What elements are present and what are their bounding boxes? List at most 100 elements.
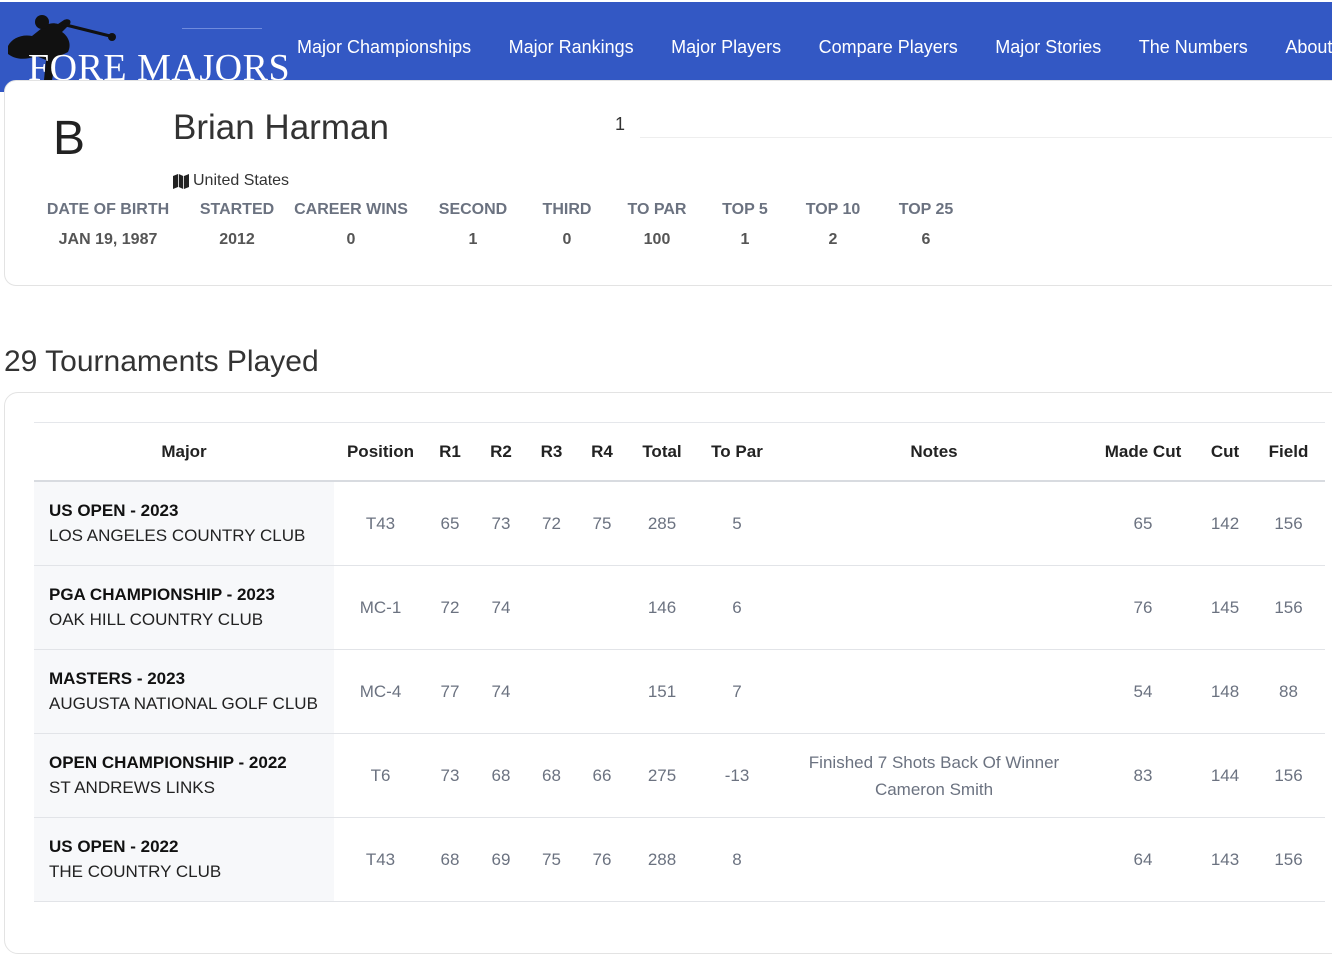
stat-value-third: 0: [562, 231, 572, 248]
position-cell: MC-4: [334, 649, 427, 734]
nav-compare-players[interactable]: Compare Players: [819, 37, 958, 58]
stat-label-started: STARTED: [199, 201, 275, 218]
field-cell: 156: [1252, 565, 1325, 650]
col-to-par[interactable]: To Par: [694, 422, 780, 482]
tournaments-played-title: 29 Tournaments Played: [4, 345, 319, 378]
stat-label-top-25: TOP 25: [898, 201, 954, 218]
field-cell: 156: [1252, 817, 1325, 902]
r2-cell: 74: [473, 565, 529, 650]
notes-cell: [780, 817, 1088, 902]
col-position[interactable]: Position: [334, 422, 427, 482]
total-cell: 146: [630, 565, 694, 650]
r1-cell: 77: [427, 649, 473, 734]
notes-cell: [780, 481, 1088, 566]
position-cell: T6: [334, 733, 427, 818]
col-notes[interactable]: Notes: [780, 422, 1088, 482]
r4-cell: 76: [574, 817, 630, 902]
field-cell: 88: [1252, 649, 1325, 734]
r4-cell: 66: [574, 733, 630, 818]
made-cut-cell: 83: [1088, 733, 1198, 818]
player-name: Brian Harman: [173, 108, 389, 147]
stat-label-career-wins: CAREER WINS: [294, 201, 408, 218]
player-country-label: United States: [193, 172, 290, 189]
stat-value-second: 1: [468, 231, 478, 248]
notes-cell: Finished 7 Shots Back Of Winner Cameron …: [780, 733, 1088, 818]
to-par-cell: 7: [694, 649, 780, 734]
major-name-link[interactable]: PGA CHAMPIONSHIP - 2023: [49, 585, 334, 605]
to-par-cell: 5: [694, 481, 780, 566]
name-divider: [640, 137, 1332, 138]
r3-cell: 72: [529, 481, 574, 566]
position-cell: T43: [334, 817, 427, 902]
r2-cell: 68: [473, 733, 529, 818]
stat-label-to-par: TO PAR: [627, 201, 687, 218]
major-name-link[interactable]: MASTERS - 2023: [49, 669, 334, 689]
to-par-cell: -13: [694, 733, 780, 818]
r1-cell: 72: [427, 565, 473, 650]
total-cell: 151: [630, 649, 694, 734]
stat-value-started: 2012: [219, 231, 255, 248]
r3-cell: [529, 649, 574, 734]
major-cell: US OPEN - 2023 LOS ANGELES COUNTRY CLUB: [34, 481, 334, 566]
venue-name: ST ANDREWS LINKS: [49, 778, 215, 797]
nav-about[interactable]: About: [1285, 37, 1332, 58]
notes-cell: [780, 649, 1088, 734]
cut-cell: 144: [1198, 733, 1252, 818]
stat-label-date-of-birth: DATE OF BIRTH: [46, 201, 170, 218]
nav-major-players[interactable]: Major Players: [671, 37, 781, 58]
stat-value-date-of-birth: JAN 19, 1987: [58, 231, 158, 248]
stat-label-third: THIRD: [542, 201, 592, 218]
stat-value-top-25: 6: [921, 231, 931, 248]
col-major[interactable]: Major: [34, 422, 334, 482]
venue-name: AUGUSTA NATIONAL GOLF CLUB: [49, 694, 318, 713]
col-r3[interactable]: R3: [529, 422, 574, 482]
position-cell: MC-1: [334, 565, 427, 650]
total-cell: 288: [630, 817, 694, 902]
notes-cell: [780, 565, 1088, 650]
r4-cell: [574, 649, 630, 734]
position-cell: T43: [334, 481, 427, 566]
table-row: US OPEN - 2023 LOS ANGELES COUNTRY CLUB …: [34, 481, 1325, 566]
logo-accent-line: [182, 28, 262, 29]
venue-name: THE COUNTRY CLUB: [49, 862, 222, 881]
r3-cell: 68: [529, 733, 574, 818]
r4-cell: [574, 565, 630, 650]
results-table: Major Position R1 R2 R3 R4 Total To Par …: [34, 422, 1325, 902]
major-name-link[interactable]: US OPEN - 2023: [49, 501, 334, 521]
cut-cell: 148: [1198, 649, 1252, 734]
venue-name: LOS ANGELES COUNTRY CLUB: [49, 526, 306, 545]
nav-major-championships[interactable]: Major Championships: [297, 37, 471, 58]
made-cut-cell: 54: [1088, 649, 1198, 734]
player-rank: 1: [615, 114, 626, 134]
major-name-link[interactable]: US OPEN - 2022: [49, 837, 334, 857]
major-name-link[interactable]: OPEN CHAMPIONSHIP - 2022: [49, 753, 334, 773]
table-row: OPEN CHAMPIONSHIP - 2022 ST ANDREWS LINK…: [34, 733, 1325, 818]
table-header-row: Major Position R1 R2 R3 R4 Total To Par …: [34, 422, 1325, 482]
stat-value-career-wins: 0: [346, 231, 356, 248]
stat-value-to-par: 100: [643, 231, 671, 248]
table-row: PGA CHAMPIONSHIP - 2023 OAK HILL COUNTRY…: [34, 565, 1325, 650]
col-r4[interactable]: R4: [574, 422, 630, 482]
r3-cell: [529, 565, 574, 650]
map-icon: [173, 173, 189, 189]
nav-major-stories[interactable]: Major Stories: [995, 37, 1101, 58]
total-cell: 285: [630, 481, 694, 566]
col-cut[interactable]: Cut: [1198, 422, 1252, 482]
nav-major-rankings[interactable]: Major Rankings: [509, 37, 634, 58]
major-cell: MASTERS - 2023 AUGUSTA NATIONAL GOLF CLU…: [34, 649, 334, 734]
made-cut-cell: 65: [1088, 481, 1198, 566]
nav-the-numbers[interactable]: The Numbers: [1139, 37, 1248, 58]
col-made-cut[interactable]: Made Cut: [1088, 422, 1198, 482]
col-r2[interactable]: R2: [473, 422, 529, 482]
player-initial-avatar: B: [53, 112, 86, 165]
col-total[interactable]: Total: [630, 422, 694, 482]
col-r1[interactable]: R1: [427, 422, 473, 482]
cut-cell: 142: [1198, 481, 1252, 566]
r3-cell: 75: [529, 817, 574, 902]
stat-label-top-5: TOP 5: [722, 201, 768, 218]
field-cell: 156: [1252, 733, 1325, 818]
r2-cell: 74: [473, 649, 529, 734]
venue-name: OAK HILL COUNTRY CLUB: [49, 610, 264, 629]
col-field[interactable]: Field: [1252, 422, 1325, 482]
r1-cell: 68: [427, 817, 473, 902]
